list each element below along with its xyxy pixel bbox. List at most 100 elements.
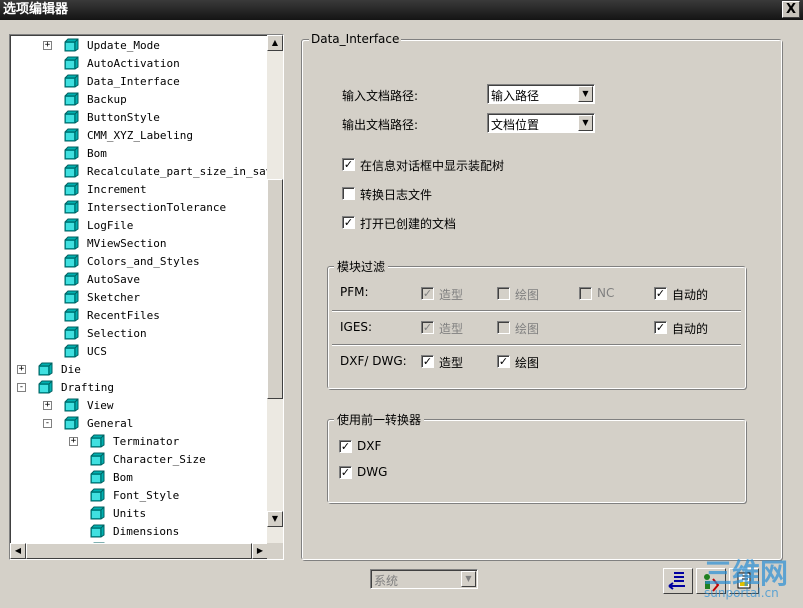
tree-node[interactable]: IntersectionTolerance: [12, 199, 268, 217]
close-button[interactable]: X: [782, 1, 800, 18]
tree-node[interactable]: Recalculate_part_size_in_save: [12, 163, 268, 181]
pfm-auto-checkbox[interactable]: ✓: [654, 287, 667, 300]
expand-icon[interactable]: +: [43, 401, 52, 410]
show-assembly-tree-checkbox[interactable]: ✓: [342, 158, 355, 171]
tree-node[interactable]: Character_Size: [12, 451, 268, 469]
convert-log-checkbox[interactable]: [342, 187, 355, 200]
vertical-scroll-thumb[interactable]: [267, 179, 283, 399]
scrollbar-corner: [267, 543, 283, 559]
tree-node[interactable]: AutoActivation: [12, 55, 268, 73]
folder-icon: [90, 434, 106, 448]
previous-dwg-checkbox[interactable]: ✓: [339, 466, 352, 479]
tree-node[interactable]: Font_Style: [12, 487, 268, 505]
show-assembly-tree-label: 在信息对话框中显示装配树: [360, 159, 505, 173]
folder-icon: [90, 470, 106, 484]
scroll-right-button[interactable]: ▶: [252, 543, 268, 559]
pfm-drawing-label: 绘图: [515, 288, 540, 302]
scroll-up-button[interactable]: ▲: [267, 35, 283, 51]
dxf-drawing-checkbox[interactable]: ✓: [497, 355, 510, 368]
tree-node[interactable]: Data_Interface: [12, 73, 268, 91]
iges-auto-checkbox[interactable]: ✓: [654, 321, 667, 334]
expand-icon[interactable]: +: [69, 437, 78, 446]
tree-horizontal-scrollbar[interactable]: ◀ ▶: [10, 543, 268, 559]
iges-drawing-checkbox[interactable]: [497, 321, 510, 334]
tree-node-label: Bom: [87, 147, 107, 160]
collapse-icon[interactable]: -: [43, 419, 52, 428]
tree-node-label: View: [87, 399, 114, 412]
scroll-left-button[interactable]: ◀: [10, 543, 26, 559]
previous-dxf-checkbox[interactable]: ✓: [339, 440, 352, 453]
tree-node[interactable]: Backup: [12, 91, 268, 109]
tree-node[interactable]: + Terminator: [12, 433, 268, 451]
folder-icon: [64, 326, 80, 340]
scope-select[interactable]: 系统 ▼: [370, 569, 478, 589]
tree-node[interactable]: - Drafting: [12, 379, 268, 397]
input-path-label: 输入文档路径:: [342, 89, 419, 103]
iges-auto-label: 自动的: [672, 322, 709, 336]
tree-node-label: Update_Mode: [87, 39, 160, 52]
tree-viewport: + Update_Mode AutoActivation Data_Interface…: [12, 37, 268, 543]
folder-icon: [38, 380, 54, 394]
tree-node[interactable]: UCS: [12, 343, 268, 361]
tree-node-label: RecentFiles: [87, 309, 160, 322]
tree-node-label: Units: [113, 507, 147, 520]
open-created-doc-checkbox[interactable]: ✓: [342, 216, 355, 229]
pfm-drawing-checkbox[interactable]: [497, 287, 510, 300]
tree-node[interactable]: ButtonStyle: [12, 109, 268, 127]
folder-icon: [64, 182, 80, 196]
dxf-dwg-label: DXF/ DWG:: [340, 354, 407, 368]
iges-modeling-label: 造型: [439, 322, 464, 336]
tree-node[interactable]: AutoSave: [12, 271, 268, 289]
tree-node[interactable]: Units: [12, 505, 268, 523]
folder-icon: [90, 488, 106, 502]
output-path-select[interactable]: 文档位置 ▼: [487, 113, 595, 133]
tree-node[interactable]: Selection: [12, 325, 268, 343]
tree-node[interactable]: Colors_and_Styles: [12, 253, 268, 271]
pfm-nc-checkbox[interactable]: [579, 287, 592, 300]
pfm-nc-label: NC: [597, 286, 615, 300]
horizontal-scroll-thumb[interactable]: [26, 543, 252, 559]
folder-icon: [64, 290, 80, 304]
collapse-icon[interactable]: -: [17, 383, 26, 392]
pfm-modeling-label: 造型: [439, 288, 464, 302]
tree-node[interactable]: + Update_Mode: [12, 37, 268, 55]
tree-node-label: CMM_XYZ_Labeling: [87, 129, 193, 142]
tree-node[interactable]: RecentFiles: [12, 307, 268, 325]
folder-icon: [38, 362, 54, 376]
divider: [332, 344, 741, 346]
dxf-drawing-label: 绘图: [515, 356, 540, 370]
folder-icon: [64, 128, 80, 142]
iges-modeling-checkbox[interactable]: ✓: [421, 321, 434, 334]
scroll-down-button[interactable]: ▼: [267, 511, 283, 527]
chevron-down-icon[interactable]: ▼: [578, 86, 593, 102]
folder-icon: [64, 38, 80, 52]
tree-vertical-scrollbar[interactable]: ▲ ▼: [267, 35, 283, 543]
tree-node[interactable]: + View: [12, 397, 268, 415]
previous-converter-title: 使用前一转换器: [334, 411, 425, 428]
tree-node[interactable]: Sketcher: [12, 289, 268, 307]
open-created-doc-label: 打开已创建的文档: [360, 217, 457, 231]
chevron-down-icon[interactable]: ▼: [578, 115, 593, 131]
apply-button[interactable]: [663, 568, 693, 594]
input-path-select[interactable]: 输入路径 ▼: [487, 84, 595, 104]
tree-node[interactable]: - General: [12, 415, 268, 433]
pfm-modeling-checkbox[interactable]: ✓: [421, 287, 434, 300]
tree-node[interactable]: Increment: [12, 181, 268, 199]
chevron-down-icon[interactable]: ▼: [461, 571, 476, 587]
dxf-modeling-checkbox[interactable]: ✓: [421, 355, 434, 368]
tree-node[interactable]: Bom: [12, 145, 268, 163]
tree-node[interactable]: CMM_XYZ_Labeling: [12, 127, 268, 145]
expand-icon[interactable]: +: [43, 41, 52, 50]
tree-node[interactable]: + Die: [12, 361, 268, 379]
tree-node[interactable]: LogFile: [12, 217, 268, 235]
tree-node[interactable]: Bom: [12, 469, 268, 487]
previous-dxf-label: DXF: [357, 439, 382, 453]
tree-node-label: Terminator: [113, 435, 180, 448]
tree-node[interactable]: Dimensions: [12, 523, 268, 541]
dxf-modeling-label: 造型: [439, 356, 464, 370]
options-tree[interactable]: + Update_Mode AutoActivation Data_Interface…: [9, 34, 284, 560]
folder-icon: [64, 218, 80, 232]
tree-node[interactable]: MViewSection: [12, 235, 268, 253]
apply-icon: [668, 572, 685, 590]
expand-icon[interactable]: +: [17, 365, 26, 374]
